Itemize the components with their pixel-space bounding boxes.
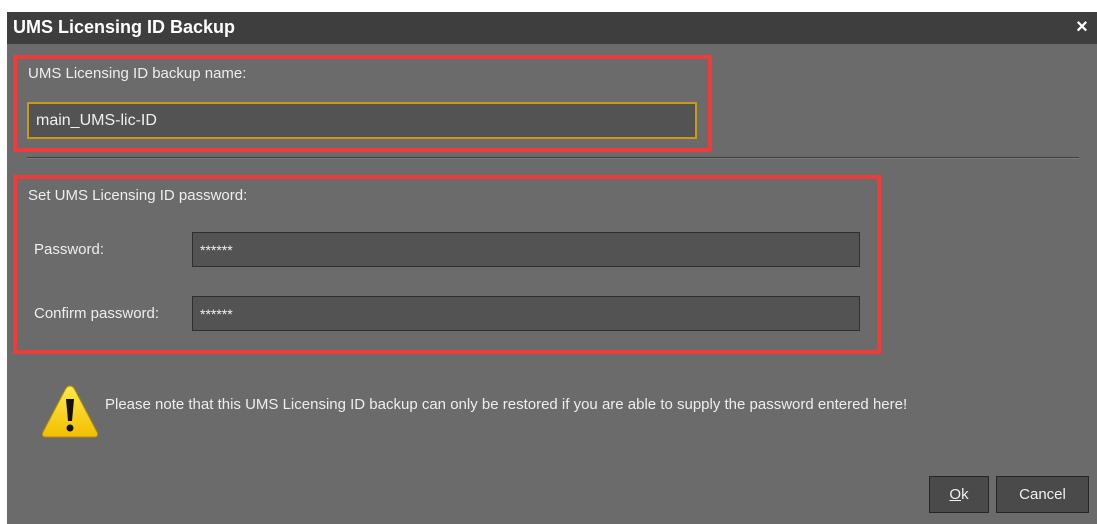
title-bar[interactable]: UMS Licensing ID Backup × [7,12,1097,44]
password-section-heading: Set UMS Licensing ID password: [28,187,248,204]
separator [27,157,1079,159]
backup-name-input[interactable]: main_UMS-lic-ID [27,102,697,139]
ok-button[interactable]: Ok [929,476,989,513]
dialog-title: UMS Licensing ID Backup [13,17,236,37]
confirm-password-input[interactable]: ****** [192,296,860,331]
backup-dialog: UMS Licensing ID Backup × UMS Licensing … [7,12,1097,524]
ok-mnemonic: O [949,486,962,503]
warning-message: Please note that this UMS Licensing ID b… [105,396,908,413]
backup-name-label: UMS Licensing ID backup name: [28,65,247,82]
close-icon[interactable]: × [1072,15,1092,39]
password-input[interactable]: ****** [192,232,860,267]
confirm-password-label: Confirm password: [34,305,160,322]
ok-label: k [961,486,969,503]
cancel-button[interactable]: Cancel [996,476,1089,513]
warning-icon [41,385,99,438]
password-label: Password: [34,241,105,258]
